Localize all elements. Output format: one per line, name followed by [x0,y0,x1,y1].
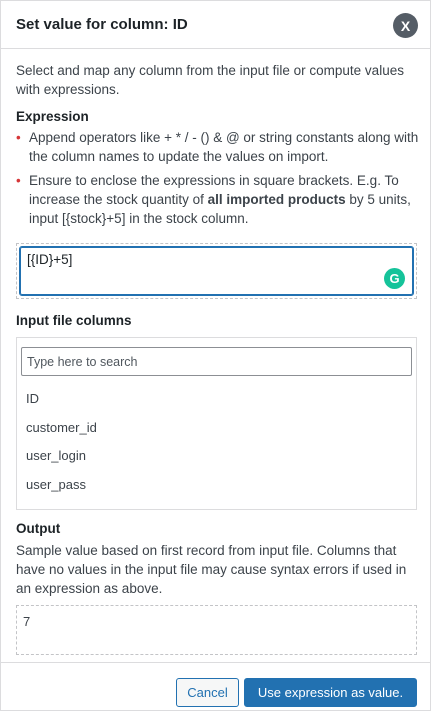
expression-heading: Expression [16,109,89,124]
expression-value: [{ID}+5] [27,252,73,267]
intro-text: Select and map any column from the input… [16,63,404,97]
grammarly-icon[interactable]: G [384,268,405,289]
dialog-header: Set value for column: ID X [1,1,430,49]
bullet-dot: • [16,173,21,188]
output-value-box: 7 [16,605,417,655]
dialog-body: Select and map any column from the input… [16,61,418,655]
column-list: ID customer_id user_login user_pass [26,390,97,504]
expression-input[interactable]: [{ID}+5] G [19,246,414,296]
expression-hint-1: • Append operators like + * / - () & @ o… [16,128,419,166]
expression-section: Expression • Append operators like + * /… [16,109,419,228]
column-item-user-login[interactable]: user_login [26,447,97,476]
dialog-title: Set value for column: ID [16,16,188,33]
column-item-id[interactable]: ID [26,390,97,419]
expression-hint-2: • Ensure to enclose the expressions in s… [16,171,419,228]
column-item-customer-id[interactable]: customer_id [26,419,97,448]
dialog-footer: Cancel Use expression as value. [1,662,430,711]
bullet-dot: • [16,130,21,145]
cancel-button[interactable]: Cancel [176,678,239,707]
expression-field-wrapper: [{ID}+5] G [16,243,417,299]
expression-hint-1-text: Append operators like + * / - () & @ or … [29,130,419,164]
column-search-input[interactable] [21,347,412,376]
use-expression-button[interactable]: Use expression as value. [244,678,417,707]
input-columns-heading: Input file columns [16,313,132,328]
input-columns-panel: ID customer_id user_login user_pass [16,337,417,510]
output-description: Sample value based on first record from … [16,543,407,596]
close-icon[interactable]: X [393,13,418,38]
expression-hint-2-bold: all imported products [207,192,346,207]
column-item-user-pass[interactable]: user_pass [26,476,97,505]
set-value-dialog: Set value for column: ID X Select and ma… [0,0,431,711]
output-value: 7 [23,614,31,629]
output-heading: Output [16,521,61,536]
